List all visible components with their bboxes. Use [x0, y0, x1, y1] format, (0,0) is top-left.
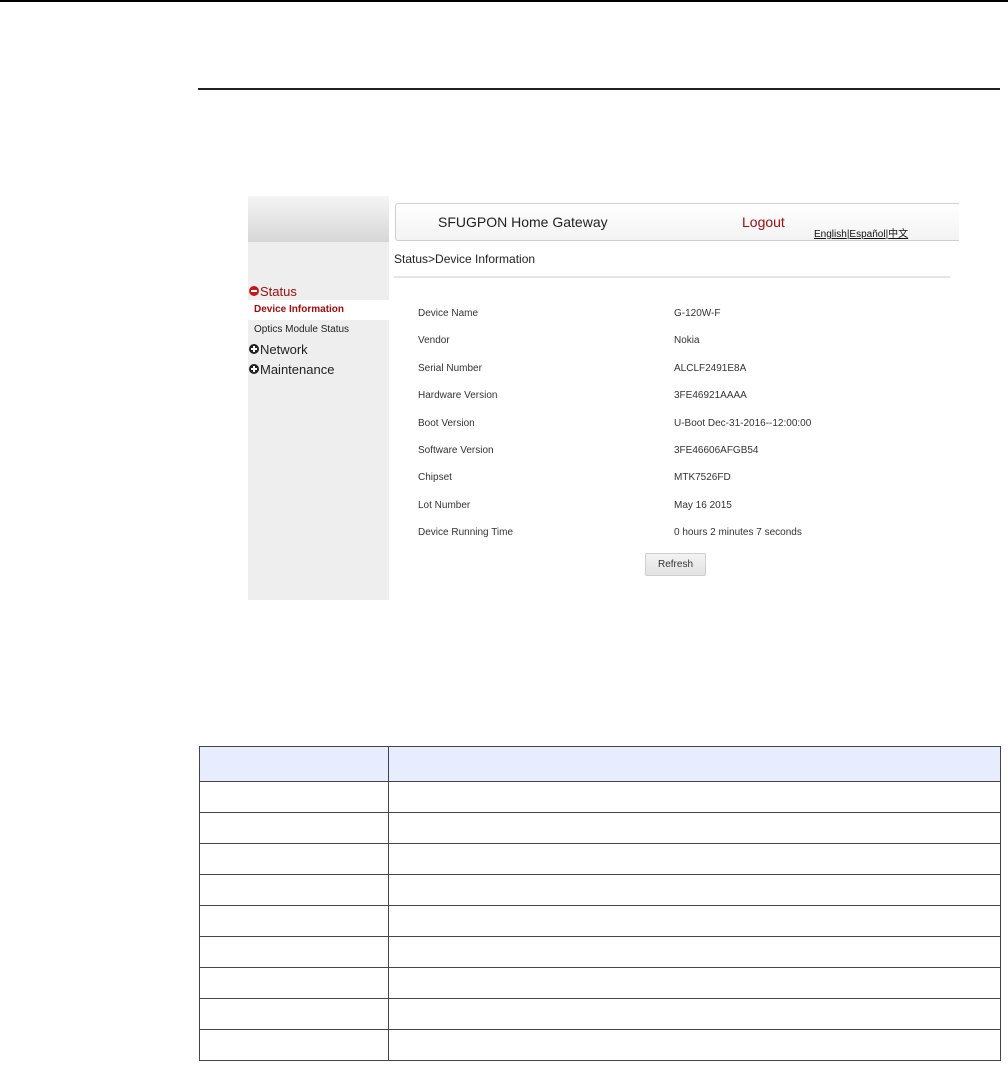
language-english-link[interactable]: English [814, 229, 847, 240]
table-cell [199, 874, 389, 906]
table-cell [199, 936, 389, 968]
sidebar-header [248, 196, 389, 242]
sidebar-menu: Status Device Information Optics Module … [248, 282, 389, 378]
info-label: Software Version [418, 445, 494, 456]
page-top-rule [0, 0, 1008, 2]
info-label: Boot Version [418, 418, 475, 429]
language-chinese-link[interactable]: 中文 [888, 229, 908, 240]
info-label: Chipset [418, 472, 452, 483]
info-value: Nokia [674, 335, 700, 346]
table-cell [199, 843, 389, 875]
refresh-button[interactable]: Refresh [645, 553, 706, 576]
table-cell [199, 967, 389, 999]
table-row [199, 967, 1001, 999]
app-title: SFUGPON Home Gateway [438, 214, 608, 230]
table-header-cell [388, 746, 1001, 782]
section-rule [198, 88, 1000, 90]
table-header-cell [199, 746, 389, 782]
table-cell [199, 812, 389, 844]
content-divider [394, 276, 950, 278]
info-row-device-running-time: Device Running Time 0 hours 2 minutes 7 … [418, 527, 938, 543]
info-row-device-name: Device Name G-120W-F [418, 308, 938, 324]
table-cell [388, 998, 1001, 1030]
language-spanish-link[interactable]: Español [849, 229, 885, 240]
table-cell [199, 781, 389, 813]
info-row-hardware-version: Hardware Version 3FE46921AAAA [418, 390, 938, 406]
info-value: 3FE46921AAAA [674, 390, 747, 401]
table-row [199, 1029, 1001, 1061]
info-row-boot-version: Boot Version U-Boot Dec-31-2016--12:00:0… [418, 418, 938, 434]
menu-group-maintenance[interactable]: Maintenance [248, 360, 389, 378]
table-cell [199, 998, 389, 1030]
breadcrumb: Status>Device Information [394, 252, 536, 266]
table-cell [199, 905, 389, 937]
table-cell [199, 1029, 389, 1061]
table-row [199, 843, 1001, 875]
info-label: Device Running Time [418, 527, 514, 538]
collapse-icon [249, 286, 259, 296]
menu-group-network[interactable]: Network [248, 340, 389, 358]
table-cell [388, 1029, 1001, 1061]
info-label: Lot Number [418, 500, 471, 511]
table-row [199, 905, 1001, 937]
info-label: Device Name [418, 308, 479, 319]
info-value: G-120W-F [674, 308, 721, 319]
logout-link[interactable]: Logout [742, 214, 785, 230]
parameter-table [199, 746, 1001, 1061]
info-row-chipset: Chipset MTK7526FD [418, 472, 938, 488]
sidebar-item-optics-module-status[interactable]: Optics Module Status [248, 320, 389, 340]
info-value: 3FE46606AFGB54 [674, 445, 759, 456]
table-cell [388, 905, 1001, 937]
info-label: Hardware Version [418, 390, 498, 401]
sidebar: Status Device Information Optics Module … [248, 196, 389, 600]
info-row-software-version: Software Version 3FE46606AFGB54 [418, 445, 938, 461]
top-header: SFUGPON Home Gateway Logout English|Espa… [395, 203, 959, 241]
table-cell [388, 843, 1001, 875]
table-cell [388, 874, 1001, 906]
table-row [199, 998, 1001, 1030]
info-label: Vendor [418, 335, 450, 346]
info-value: ALCLF2491E8A [674, 363, 747, 374]
table-row [199, 781, 1001, 813]
table-row [199, 936, 1001, 968]
expand-icon [249, 344, 259, 354]
gateway-screenshot: Status Device Information Optics Module … [248, 196, 959, 600]
language-switcher: English|Español|中文 [814, 229, 909, 240]
info-value: MTK7526FD [674, 472, 731, 483]
info-row-vendor: Vendor Nokia [418, 335, 938, 351]
table-cell [388, 781, 1001, 813]
table-header-row [199, 746, 1001, 782]
info-value: May 16 2015 [674, 500, 732, 511]
menu-group-label: Maintenance [260, 361, 335, 377]
menu-group-label: Status [260, 283, 297, 299]
table-row [199, 874, 1001, 906]
info-row-lot-number: Lot Number May 16 2015 [418, 500, 938, 516]
table-row [199, 812, 1001, 844]
info-value: U-Boot Dec-31-2016--12:00:00 [674, 418, 812, 429]
info-value: 0 hours 2 minutes 7 seconds [674, 527, 802, 538]
table-cell [388, 967, 1001, 999]
table-cell [388, 936, 1001, 968]
sidebar-item-device-information[interactable]: Device Information [248, 300, 389, 320]
table-cell [388, 812, 1001, 844]
menu-group-status[interactable]: Status [248, 282, 389, 300]
expand-icon [249, 364, 259, 374]
menu-group-label: Network [260, 341, 308, 357]
info-row-serial-number: Serial Number ALCLF2491E8A [418, 363, 938, 379]
info-label: Serial Number [418, 363, 482, 374]
